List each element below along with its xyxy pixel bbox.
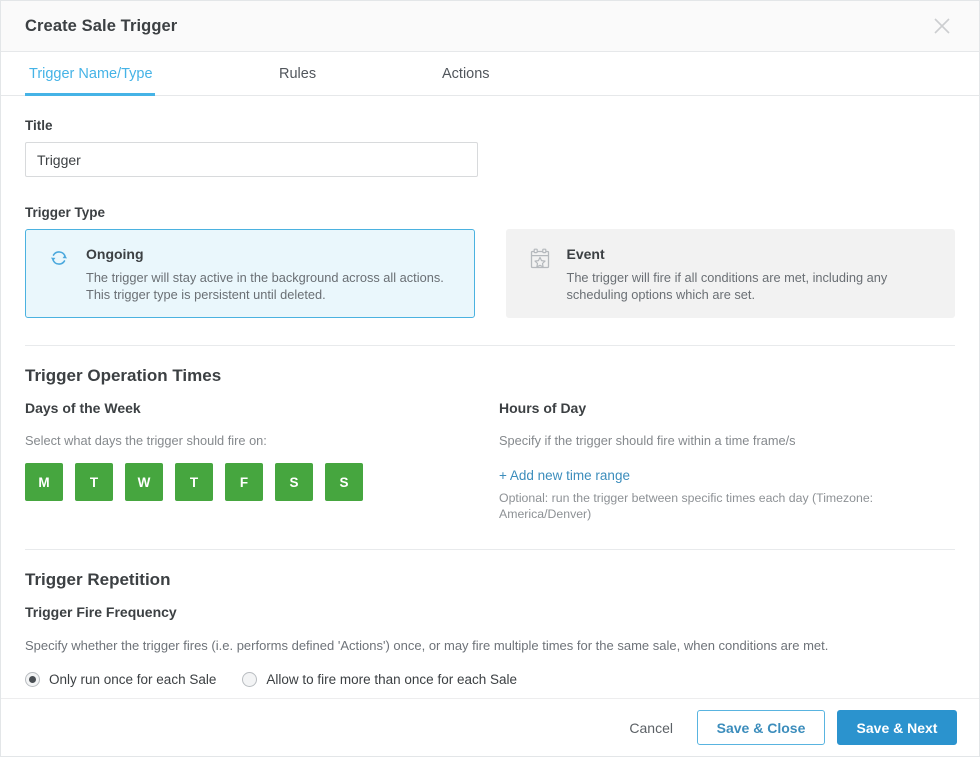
- hours-of-day-column: Hours of Day Specify if the trigger shou…: [499, 400, 955, 522]
- hours-of-day-optional-note: Optional: run the trigger between specif…: [499, 490, 955, 522]
- trigger-type-label: Trigger Type: [25, 205, 955, 220]
- close-icon[interactable]: [927, 11, 957, 41]
- hours-of-day-hint: Specify if the trigger should fire withi…: [499, 432, 955, 449]
- radio-option-fire-multiple[interactable]: Allow to fire more than once for each Sa…: [242, 672, 517, 687]
- hours-of-day-heading: Hours of Day: [499, 400, 955, 416]
- trigger-type-description: The trigger will stay active in the back…: [86, 269, 458, 303]
- tab-label: Trigger Name/Type: [29, 66, 153, 82]
- trigger-type-text: Ongoing The trigger will stay active in …: [74, 245, 458, 303]
- modal-header: Create Sale Trigger: [1, 1, 979, 52]
- modal-footer: Cancel Save & Close Save & Next: [1, 698, 979, 756]
- calendar-star-icon: [525, 245, 555, 303]
- day-button-wednesday[interactable]: W: [125, 463, 163, 501]
- add-time-range-link[interactable]: + Add new time range: [499, 468, 630, 483]
- section-divider-2: [25, 549, 955, 550]
- fire-frequency-heading: Trigger Fire Frequency: [25, 604, 955, 620]
- day-button-friday[interactable]: F: [225, 463, 263, 501]
- cancel-button[interactable]: Cancel: [615, 712, 687, 744]
- tab-label: Actions: [442, 66, 490, 82]
- radio-label: Only run once for each Sale: [49, 672, 216, 687]
- days-of-week-column: Days of the Week Select what days the tr…: [25, 400, 499, 522]
- tab-label: Rules: [279, 66, 316, 82]
- radio-option-run-once[interactable]: Only run once for each Sale: [25, 672, 216, 687]
- fire-frequency-options: Only run once for each Sale Allow to fir…: [25, 672, 955, 687]
- modal-body: Title Trigger Type Ongoing The trigger w…: [1, 96, 979, 698]
- day-button-thursday[interactable]: T: [175, 463, 213, 501]
- days-of-week-selector: M T W T F S S: [25, 463, 499, 501]
- day-button-saturday[interactable]: S: [275, 463, 313, 501]
- save-and-close-button[interactable]: Save & Close: [697, 710, 825, 745]
- save-and-next-button[interactable]: Save & Next: [837, 710, 957, 745]
- trigger-type-name: Ongoing: [86, 245, 458, 263]
- day-button-tuesday[interactable]: T: [75, 463, 113, 501]
- section-divider: [25, 345, 955, 346]
- title-field-label: Title: [25, 118, 955, 133]
- trigger-type-card-ongoing[interactable]: Ongoing The trigger will stay active in …: [25, 229, 475, 318]
- trigger-type-name: Event: [567, 245, 939, 263]
- repetition-heading: Trigger Repetition: [25, 570, 955, 590]
- days-of-week-heading: Days of the Week: [25, 400, 499, 416]
- tab-bar: Trigger Name/Type Rules Actions: [1, 52, 979, 96]
- trigger-type-card-event[interactable]: Event The trigger will fire if all condi…: [506, 229, 956, 318]
- day-button-sunday[interactable]: S: [325, 463, 363, 501]
- trigger-type-text: Event The trigger will fire if all condi…: [555, 245, 939, 303]
- fire-frequency-description: Specify whether the trigger fires (i.e. …: [25, 637, 955, 655]
- operation-times-heading: Trigger Operation Times: [25, 366, 955, 386]
- page-title: Create Sale Trigger: [25, 17, 927, 36]
- days-of-week-hint: Select what days the trigger should fire…: [25, 432, 499, 449]
- tab-rules[interactable]: Rules: [193, 52, 361, 95]
- radio-label: Allow to fire more than once for each Sa…: [266, 672, 517, 687]
- day-button-monday[interactable]: M: [25, 463, 63, 501]
- title-input[interactable]: [25, 142, 478, 177]
- operation-times-columns: Days of the Week Select what days the tr…: [25, 400, 955, 522]
- refresh-cycle-icon: [44, 245, 74, 303]
- radio-indicator[interactable]: [242, 672, 257, 687]
- tab-actions[interactable]: Actions: [361, 52, 494, 95]
- radio-indicator[interactable]: [25, 672, 40, 687]
- create-sale-trigger-modal: Create Sale Trigger Trigger Name/Type Ru…: [0, 0, 980, 757]
- trigger-type-options: Ongoing The trigger will stay active in …: [25, 229, 955, 318]
- trigger-type-description: The trigger will fire if all conditions …: [567, 269, 939, 303]
- tab-trigger-name-type[interactable]: Trigger Name/Type: [25, 52, 193, 95]
